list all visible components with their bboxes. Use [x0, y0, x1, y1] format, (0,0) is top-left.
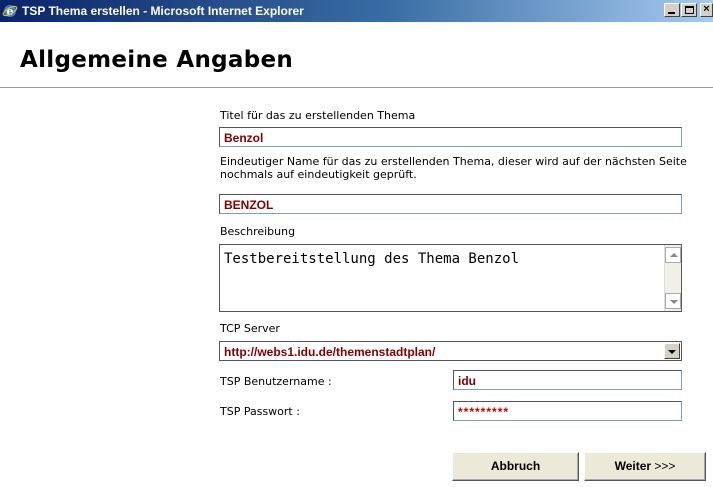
divider	[0, 87, 713, 88]
close-button[interactable]: ×	[700, 3, 713, 17]
close-icon: ×	[703, 3, 710, 15]
unique-name-input[interactable]: BENZOL	[219, 194, 682, 214]
description-label: Beschreibung	[220, 225, 296, 238]
cancel-button[interactable]: Abbruch	[452, 452, 579, 481]
maximize-button[interactable]	[681, 3, 697, 17]
maximize-icon	[685, 6, 694, 14]
unique-name-label: Eindeutiger Name für das zu erstellenden…	[220, 155, 687, 181]
minimize-icon	[668, 12, 675, 14]
server-selected-value: http://webs1.idu.de/themenstadtplan/	[224, 345, 436, 359]
page-title: Allgemeine Angaben	[20, 47, 294, 73]
scroll-down-button[interactable]	[665, 293, 681, 309]
username-input[interactable]: idu	[453, 370, 682, 390]
next-button-arrows: >>>	[654, 459, 676, 473]
password-label: TSP Passwort :	[220, 405, 300, 418]
description-textarea[interactable]: Testbereitstellung des Thema Benzol	[219, 244, 682, 312]
arrow-down-icon	[670, 300, 678, 304]
scroll-up-button[interactable]	[665, 247, 681, 263]
description-text: Testbereitstellung des Thema Benzol	[224, 251, 520, 267]
server-dropdown-button[interactable]	[664, 343, 680, 359]
title-input[interactable]: Benzol	[219, 127, 682, 147]
next-button-label: Weiter	[614, 459, 652, 473]
password-input[interactable]: *********	[453, 401, 682, 421]
window-titlebar[interactable]: e TSP Thema erstellen - Microsoft Intern…	[0, 0, 713, 22]
title-label: Titel für das zu erstellenden Thema	[220, 109, 416, 122]
arrow-up-icon	[670, 253, 678, 257]
server-label: TCP Server	[220, 322, 280, 335]
username-label: TSP Benutzername :	[220, 375, 332, 388]
internet-explorer-icon: e	[2, 5, 18, 18]
minimize-button[interactable]	[664, 3, 680, 17]
next-button[interactable]: Weiter >>>	[584, 452, 706, 481]
description-scrollbar[interactable]	[664, 245, 681, 311]
server-select[interactable]: http://webs1.idu.de/themenstadtplan/	[219, 341, 682, 361]
window-title: TSP Thema erstellen - Microsoft Internet…	[22, 4, 304, 18]
chevron-down-icon	[668, 350, 676, 354]
